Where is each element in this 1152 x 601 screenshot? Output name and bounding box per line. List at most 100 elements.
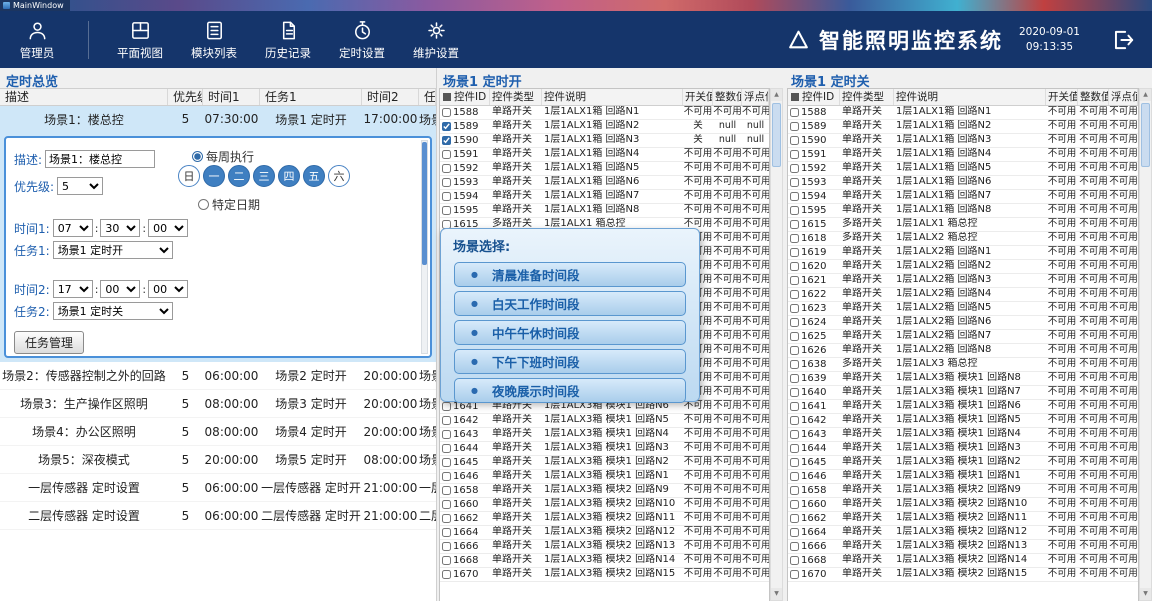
desc-input[interactable]: [45, 150, 155, 168]
row-checkbox[interactable]: [790, 360, 799, 369]
row-checkbox[interactable]: [790, 234, 799, 243]
toolbar-button-plan-view[interactable]: 平面视图: [103, 13, 177, 66]
overview-row[interactable]: 场景4：办公区照明508:00:00场景4 定时开20:00:00场景: [0, 418, 436, 446]
control-row[interactable]: 1589单路开关1层1ALX1箱 回路N2不可用不可用不可用: [788, 120, 1138, 134]
scroll-thumb[interactable]: [772, 103, 781, 167]
control-row[interactable]: 1664单路开关1层1ALX3箱 模块2 回路N12不可用不可用不可用: [788, 526, 1138, 540]
control-row[interactable]: 1619单路开关1层1ALX2箱 回路N1不可用不可用不可用: [788, 246, 1138, 260]
row-checkbox[interactable]: [790, 262, 799, 271]
row-checkbox[interactable]: [442, 192, 451, 201]
control-row[interactable]: 1638多路开关1层1ALX3 箱总控不可用不可用不可用: [788, 358, 1138, 372]
specific-date-radio[interactable]: [198, 199, 209, 210]
control-row[interactable]: 1644单路开关1层1ALX3箱 模块1 回路N3不可用不可用不可用: [440, 442, 769, 456]
row-checkbox[interactable]: [442, 108, 451, 117]
control-row[interactable]: 1626单路开关1层1ALX2箱 回路N8不可用不可用不可用: [788, 344, 1138, 358]
row-checkbox[interactable]: [442, 514, 451, 523]
control-row[interactable]: 1643单路开关1层1ALX3箱 模块1 回路N4不可用不可用不可用: [788, 428, 1138, 442]
scene-option[interactable]: ●中午午休时间段: [454, 320, 686, 345]
control-row[interactable]: 1622单路开关1层1ALX2箱 回路N4不可用不可用不可用: [788, 288, 1138, 302]
weekday-circle-6[interactable]: 六: [328, 165, 350, 187]
overview-row[interactable]: 场景1：楼总控507:30:00场景1 定时开17:00:00场景: [0, 106, 436, 132]
row-checkbox[interactable]: [790, 136, 799, 145]
control-row[interactable]: 1595单路开关1层1ALX1箱 回路N8不可用不可用不可用: [440, 204, 769, 218]
row-checkbox[interactable]: [442, 416, 451, 425]
row-checkbox[interactable]: [790, 472, 799, 481]
control-row[interactable]: 1670单路开关1层1ALX3箱 模块2 回路N15不可用不可用不可用: [788, 568, 1138, 582]
row-checkbox[interactable]: [790, 570, 799, 579]
control-row[interactable]: 1646单路开关1层1ALX3箱 模块1 回路N1不可用不可用不可用: [440, 470, 769, 484]
control-row[interactable]: 1592单路开关1层1ALX1箱 回路N5不可用不可用不可用: [788, 162, 1138, 176]
scene-option[interactable]: ●下午下班时间段: [454, 349, 686, 374]
scene-option[interactable]: ●清晨准备时间段: [454, 262, 686, 287]
select-all-checkbox[interactable]: [791, 93, 799, 101]
scene-option[interactable]: ●白天工作时间段: [454, 291, 686, 316]
time2-select-2[interactable]: 00: [148, 280, 188, 298]
time1-select-1[interactable]: 30: [100, 219, 140, 237]
control-row[interactable]: 1594单路开关1层1ALX1箱 回路N7不可用不可用不可用: [440, 190, 769, 204]
toolbar-button-maintenance-settings[interactable]: 维护设置: [399, 13, 473, 66]
row-checkbox[interactable]: [790, 416, 799, 425]
control-row[interactable]: 1591单路开关1层1ALX1箱 回路N4不可用不可用不可用: [440, 148, 769, 162]
control-row[interactable]: 1624单路开关1层1ALX2箱 回路N6不可用不可用不可用: [788, 316, 1138, 330]
control-row[interactable]: 1592单路开关1层1ALX1箱 回路N5不可用不可用不可用: [440, 162, 769, 176]
row-checkbox[interactable]: [790, 542, 799, 551]
scroll-down-arrow[interactable]: ▼: [1140, 588, 1151, 600]
control-row[interactable]: 1621单路开关1层1ALX2箱 回路N3不可用不可用不可用: [788, 274, 1138, 288]
row-checkbox[interactable]: [790, 500, 799, 509]
weekday-circle-1[interactable]: 一: [203, 165, 225, 187]
toolbar-button-history[interactable]: 历史记录: [251, 13, 325, 66]
row-checkbox[interactable]: [442, 458, 451, 467]
time1-select-2[interactable]: 00: [148, 219, 188, 237]
overview-row[interactable]: 场景5：深夜模式520:00:00场景5 定时开08:00:00场景: [0, 446, 436, 474]
row-checkbox[interactable]: [790, 486, 799, 495]
control-row[interactable]: 1620单路开关1层1ALX2箱 回路N2不可用不可用不可用: [788, 260, 1138, 274]
titlebar[interactable]: MainWindow: [0, 0, 1152, 11]
row-checkbox[interactable]: [442, 486, 451, 495]
scene-on-scrollbar[interactable]: ▲ ▼: [770, 88, 783, 601]
row-checkbox[interactable]: [442, 430, 451, 439]
row-checkbox[interactable]: [790, 122, 799, 131]
row-checkbox[interactable]: [442, 150, 451, 159]
weekday-circle-0[interactable]: 日: [178, 165, 200, 187]
row-checkbox[interactable]: [790, 402, 799, 411]
editor-scrollbar[interactable]: [421, 140, 428, 354]
overview-row[interactable]: 二层传感器 定时设置506:00:00二层传感器 定时开21:00:00二层: [0, 502, 436, 530]
weekday-circle-2[interactable]: 二: [228, 165, 250, 187]
control-row[interactable]: 1645单路开关1层1ALX3箱 模块1 回路N2不可用不可用不可用: [440, 456, 769, 470]
control-row[interactable]: 1591单路开关1层1ALX1箱 回路N4不可用不可用不可用: [788, 148, 1138, 162]
priority-select[interactable]: 5: [57, 177, 103, 195]
control-row[interactable]: 1658单路开关1层1ALX3箱 模块2 回路N9不可用不可用不可用: [788, 484, 1138, 498]
scene-option[interactable]: ●夜晚展示时间段: [454, 378, 686, 403]
scroll-up-arrow[interactable]: ▲: [771, 89, 782, 101]
control-row[interactable]: 1666单路开关1层1ALX3箱 模块2 回路N13不可用不可用不可用: [788, 540, 1138, 554]
row-checkbox[interactable]: [790, 514, 799, 523]
row-checkbox[interactable]: [790, 332, 799, 341]
row-checkbox[interactable]: [442, 542, 451, 551]
control-row[interactable]: 1615多路开关1层1ALX1 箱总控不可用不可用不可用: [788, 218, 1138, 232]
control-row[interactable]: 1643单路开关1层1ALX3箱 模块1 回路N4不可用不可用不可用: [440, 428, 769, 442]
row-checkbox[interactable]: [790, 388, 799, 397]
row-checkbox[interactable]: [790, 290, 799, 299]
weekday-circle-3[interactable]: 三: [253, 165, 275, 187]
logout-button[interactable]: [1110, 27, 1136, 53]
row-checkbox[interactable]: [790, 346, 799, 355]
scroll-thumb[interactable]: [1141, 103, 1150, 167]
row-checkbox[interactable]: [442, 402, 451, 411]
control-row[interactable]: 1668单路开关1层1ALX3箱 模块2 回路N14不可用不可用不可用: [440, 554, 769, 568]
control-row[interactable]: 1623单路开关1层1ALX2箱 回路N5不可用不可用不可用: [788, 302, 1138, 316]
scene-off-scrollbar[interactable]: ▲ ▼: [1139, 88, 1152, 601]
time2-select-0[interactable]: 17: [53, 280, 93, 298]
weekly-radio[interactable]: [192, 151, 203, 162]
row-checkbox[interactable]: [442, 556, 451, 565]
control-row[interactable]: 1590单路开关1层1ALX1箱 回路N3关nullnull: [440, 134, 769, 148]
row-checkbox[interactable]: [790, 276, 799, 285]
control-row[interactable]: 1660单路开关1层1ALX3箱 模块2 回路N10不可用不可用不可用: [440, 498, 769, 512]
row-checkbox[interactable]: [790, 304, 799, 313]
task-manage-button[interactable]: 任务管理: [14, 331, 84, 354]
select-all-checkbox[interactable]: [443, 93, 451, 101]
control-row[interactable]: 1660单路开关1层1ALX3箱 模块2 回路N10不可用不可用不可用: [788, 498, 1138, 512]
control-row[interactable]: 1645单路开关1层1ALX3箱 模块1 回路N2不可用不可用不可用: [788, 456, 1138, 470]
control-row[interactable]: 1590单路开关1层1ALX1箱 回路N3不可用不可用不可用: [788, 134, 1138, 148]
row-checkbox[interactable]: [790, 150, 799, 159]
row-checkbox[interactable]: [442, 472, 451, 481]
